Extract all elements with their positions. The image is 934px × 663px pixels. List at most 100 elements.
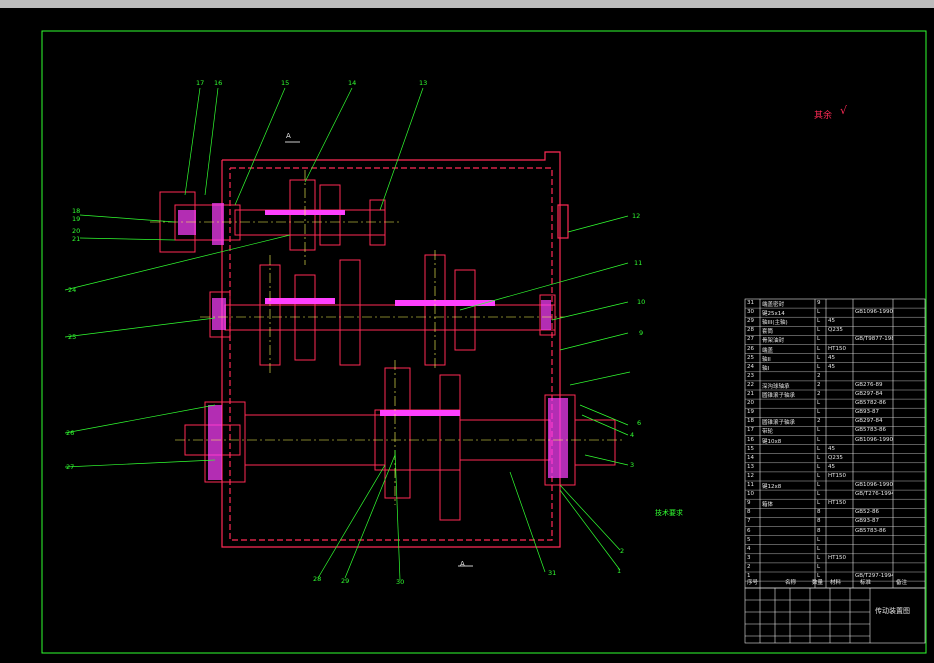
svg-text:29: 29 — [341, 577, 349, 585]
svg-text:19: 19 — [72, 215, 80, 223]
table-cell-qty: 8 — [817, 527, 821, 534]
table-cell-qty: L — [817, 445, 821, 452]
svg-text:17: 17 — [196, 79, 204, 87]
table-cell-name: 键10x8 — [762, 438, 782, 445]
table-cell-qty: L — [817, 491, 821, 498]
table-cell-no: 19 — [747, 409, 754, 416]
table-cell-std: GB1096-1990 — [855, 482, 893, 488]
svg-text:10: 10 — [637, 298, 645, 306]
table-cell-no: 8 — [747, 509, 751, 516]
svg-text:30: 30 — [396, 578, 404, 586]
table-cell-qty: L — [817, 336, 821, 343]
svg-text:11: 11 — [634, 259, 642, 267]
shaft-iii-hatch — [208, 398, 568, 480]
table-cell-no: 14 — [747, 454, 754, 461]
table-cell-qty: 8 — [817, 509, 821, 516]
roughness-symbol: √ — [840, 104, 848, 117]
table-cell-std: GB5783-86 — [855, 427, 887, 434]
table-cell-std: GB5782-86 — [855, 400, 887, 407]
table-cell-qty: 2 — [817, 391, 821, 397]
table-cell-name: 键25x14 — [762, 311, 785, 318]
table-cell-mat: 45 — [828, 363, 835, 370]
shaft-ii-hatch — [212, 298, 551, 330]
table-cell-std: GB/T276-1994 — [855, 491, 893, 498]
table-cell-no: 13 — [747, 463, 754, 470]
table-cell-mat: Q235 — [828, 454, 843, 461]
table-cell-std: GB52-86 — [855, 509, 880, 516]
table-cell-qty: 2 — [817, 381, 821, 388]
table-cell-name: 键12x8 — [762, 484, 782, 490]
svg-text:13: 13 — [419, 79, 427, 87]
svg-text:18: 18 — [72, 207, 80, 215]
table-cell-std: GB93-87 — [855, 518, 880, 525]
svg-text:27: 27 — [66, 463, 74, 471]
table-cell-qty: L — [817, 463, 821, 470]
section-label-top: A — [286, 132, 291, 140]
notes-title: 技术要求 — [655, 509, 683, 517]
table-cell-std: GB297-84 — [855, 418, 883, 425]
table-cell-name: 箱体 — [762, 502, 774, 509]
svg-text:31: 31 — [548, 569, 556, 577]
table-cell-mat: 45 — [828, 318, 835, 325]
table-cell-qty: 9 — [817, 300, 821, 306]
table-cell-name: 带轮 — [762, 429, 774, 436]
table-cell-std: GB5783-86 — [855, 527, 887, 534]
table-cell-std: GB1096-1990 — [855, 436, 893, 443]
table-cell-mat: 45 — [828, 463, 835, 470]
table-cell-qty: L — [817, 327, 821, 334]
svg-text:21: 21 — [72, 235, 80, 243]
table-cell-no: 17 — [747, 427, 754, 434]
table-cell-qty: L — [817, 482, 821, 488]
table-cell-name: 轴II — [762, 356, 771, 363]
svg-text:14: 14 — [348, 79, 356, 87]
table-cell-name: 深沟球轴承 — [762, 383, 790, 390]
table-cell-no: 6 — [747, 527, 751, 534]
table-cell-std: GB93-87 — [855, 409, 880, 416]
section-label-bottom: A — [460, 560, 465, 568]
svg-text:6: 6 — [637, 419, 641, 427]
table-cell-no: 15 — [747, 445, 754, 452]
table-header-cell: 序号 — [747, 580, 759, 586]
table-cell-std: GB297-84 — [855, 391, 883, 397]
svg-text:20: 20 — [72, 227, 80, 235]
svg-text:2: 2 — [620, 547, 624, 555]
table-cell-std: GB/T9877-1988 — [855, 336, 893, 343]
table-header-cell: 材料 — [830, 580, 842, 586]
table-cell-name: 圆锥滚子轴承 — [762, 420, 796, 427]
table-cell-std: GB276-89 — [855, 381, 883, 388]
table-cell-qty: L — [817, 472, 821, 479]
table-cell-std: GB1096-1990 — [855, 309, 893, 316]
svg-text:1: 1 — [617, 567, 621, 575]
table-cell-no: 24 — [747, 363, 754, 370]
table-cell-no: 16 — [747, 436, 754, 443]
svg-text:26: 26 — [66, 429, 74, 437]
table-cell-name: 轴I — [762, 365, 770, 372]
table-cell-mat: HT150 — [828, 500, 846, 507]
table-cell-no: 22 — [747, 381, 754, 388]
table-cell-qty: L — [817, 500, 821, 507]
table-cell-no: 7 — [747, 518, 751, 525]
svg-text:9: 9 — [639, 329, 643, 337]
table-cell-mat: Q235 — [828, 327, 843, 334]
table-header-cell: 数量 — [812, 580, 824, 586]
table-cell-no: 26 — [747, 345, 754, 352]
table-cell-qty: L — [817, 309, 821, 316]
table-cell-qty: L — [817, 536, 821, 543]
shaft-ii — [209, 254, 556, 366]
table-cell-no: 20 — [747, 400, 754, 407]
table-header-cell: 备注 — [896, 580, 908, 586]
roughness-label: 其余 — [814, 111, 833, 121]
table-cell-qty: L — [817, 427, 821, 434]
table-cell-no: 29 — [747, 318, 754, 325]
table-cell-name: 圆锥滚子轴承 — [762, 393, 796, 399]
window-top-edge — [0, 0, 934, 8]
svg-text:3: 3 — [630, 461, 634, 469]
table-cell-mat: 45 — [828, 354, 835, 361]
table-cell-no: 10 — [747, 491, 754, 498]
table-cell-name: 端盖密封 — [762, 302, 785, 308]
table-cell-no: 11 — [747, 482, 754, 488]
table-cell-qty: 8 — [817, 518, 821, 525]
table-cell-name: 套筒 — [762, 329, 774, 336]
svg-text:15: 15 — [281, 79, 289, 87]
table-cell-name: 骨架油封 — [762, 338, 785, 345]
